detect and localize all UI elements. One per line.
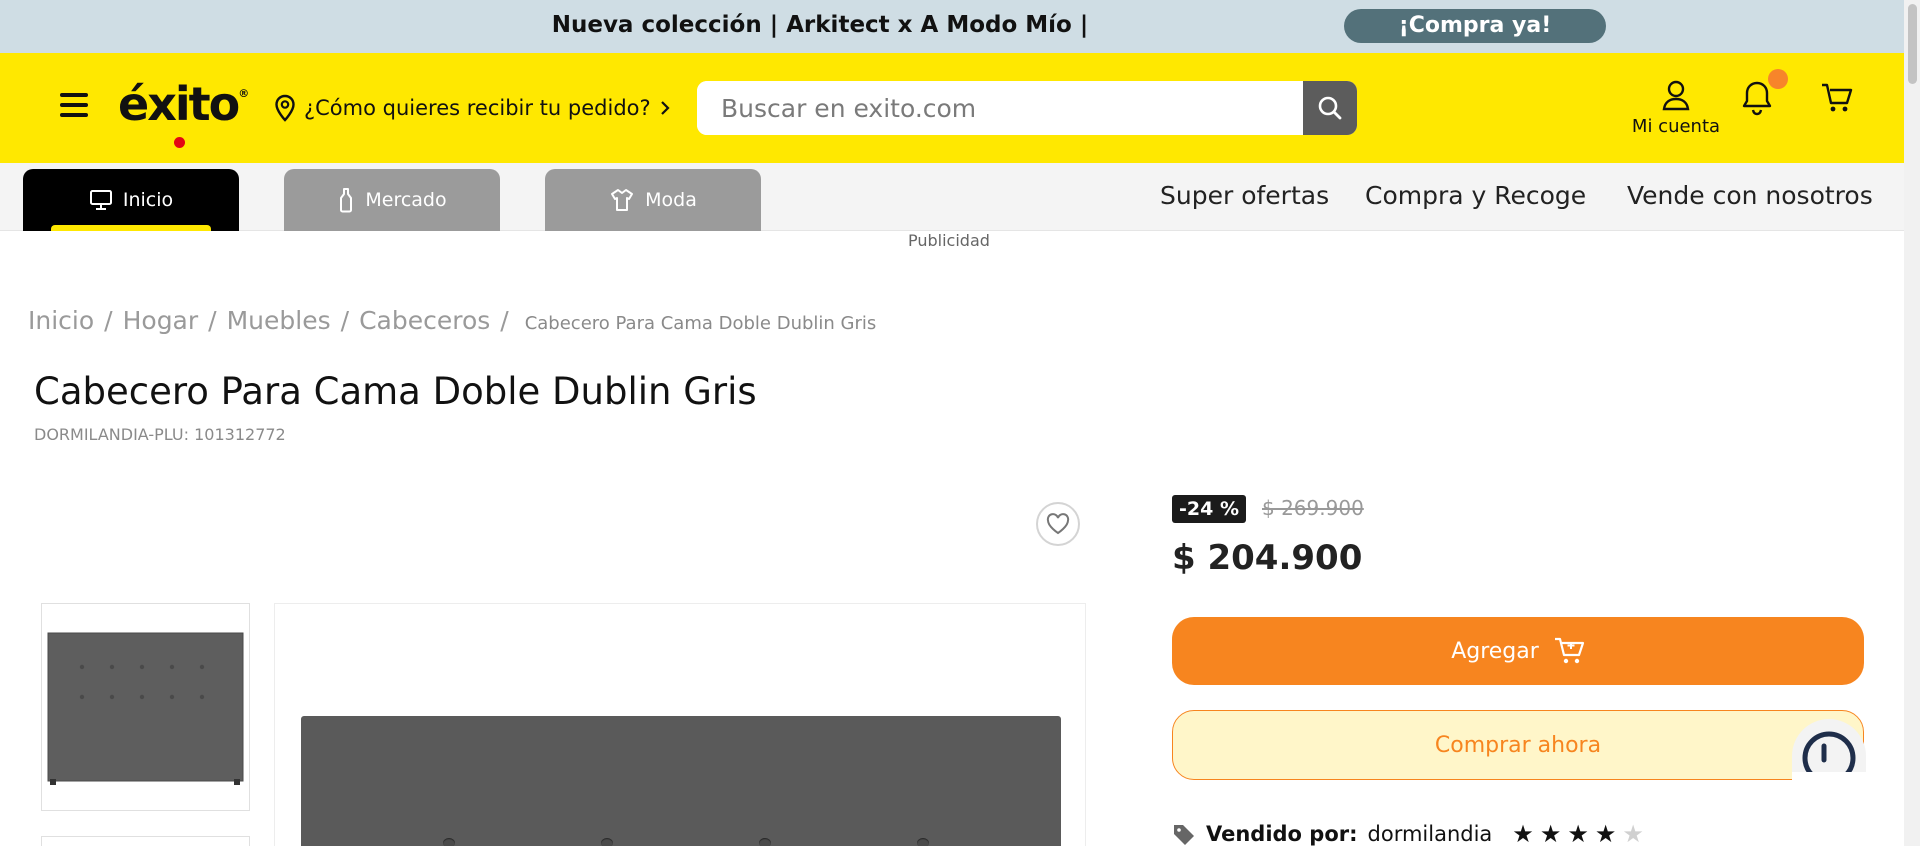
- nav-link-super-ofertas[interactable]: Super ofertas: [1160, 181, 1329, 210]
- current-price: $ 204.900: [1172, 538, 1363, 578]
- breadcrumb-separator: /: [104, 306, 113, 335]
- breadcrumb-item-hogar[interactable]: Hogar: [123, 306, 199, 335]
- headboard-button: [601, 838, 613, 846]
- breadcrumb-separator: /: [208, 306, 217, 335]
- active-tab-indicator: [51, 225, 211, 231]
- original-price: $ 269.900: [1262, 496, 1364, 520]
- tab-label: Mercado: [365, 189, 447, 211]
- logo-dot: [174, 137, 185, 148]
- product-title: Cabecero Para Cama Doble Dublin Gris: [34, 370, 757, 413]
- headboard-button: [759, 838, 771, 846]
- headboard-button: [443, 838, 455, 846]
- breadcrumb-item-muebles[interactable]: Muebles: [227, 306, 331, 335]
- monitor-icon: [89, 190, 112, 210]
- seller-name[interactable]: dormilandia: [1368, 822, 1493, 846]
- add-to-cart-label: Agregar: [1451, 638, 1539, 664]
- user-icon: [1662, 80, 1690, 111]
- breadcrumb-item-inicio[interactable]: Inicio: [28, 306, 94, 335]
- breadcrumb-separator: /: [340, 306, 350, 335]
- delivery-text: ¿Cómo quieres recibir tu pedido?: [304, 96, 651, 120]
- notification-badge: [1768, 69, 1788, 89]
- breadcrumb-current: Cabecero Para Cama Doble Dublin Gris: [524, 313, 877, 334]
- cart-icon: [1822, 83, 1853, 112]
- account-label: Mi cuenta: [1631, 116, 1721, 137]
- nav-link-vende-con-nosotros[interactable]: Vende con nosotros: [1627, 181, 1873, 210]
- headboard-button: [917, 838, 929, 846]
- tab-moda[interactable]: Moda: [545, 169, 761, 231]
- nav-link-compra-y-recoge[interactable]: Compra y Recoge: [1365, 181, 1586, 210]
- promo-buy-button[interactable]: ¡Compra ya!: [1344, 9, 1606, 43]
- exito-logo[interactable]: éxito®: [118, 77, 250, 148]
- star-empty-icon: ★: [1622, 820, 1644, 846]
- delivery-selector[interactable]: ¿Cómo quieres recibir tu pedido?: [274, 93, 671, 123]
- seller-rating: ★ ★ ★ ★ ★: [1512, 822, 1644, 846]
- discount-badge: -24 %: [1172, 495, 1246, 523]
- category-nav: Inicio Mercado Moda Super ofertas Compra…: [0, 163, 1904, 231]
- page-scrollbar[interactable]: [1904, 0, 1920, 846]
- main-product-image[interactable]: [274, 603, 1086, 846]
- tag-icon: [1174, 825, 1194, 845]
- tab-mercado[interactable]: Mercado: [284, 169, 500, 231]
- cart-button[interactable]: [1820, 81, 1854, 115]
- star-icon: ★: [1594, 820, 1617, 846]
- cart-icon: [1554, 637, 1584, 664]
- search-box: [697, 81, 1357, 135]
- breadcrumb-separator: /: [500, 306, 509, 335]
- buy-now-label: Comprar ahora: [1434, 732, 1602, 758]
- buy-now-button[interactable]: Comprar ahora: [1172, 710, 1864, 780]
- help-chat-button[interactable]: [1792, 716, 1866, 788]
- site-header: éxito® ¿Cómo quieres recibir tu pedido? …: [0, 53, 1904, 163]
- tab-inicio[interactable]: Inicio: [23, 169, 239, 231]
- breadcrumb-item-cabeceros[interactable]: Cabeceros: [359, 306, 490, 335]
- promo-bar: Nueva colección | Arkitect x A Modo Mío …: [0, 0, 1904, 53]
- tab-label: Moda: [645, 189, 697, 211]
- chevron-right-icon: [660, 101, 670, 115]
- heart-icon: [1046, 513, 1070, 535]
- search-icon: [1318, 96, 1342, 120]
- tab-label: Inicio: [122, 189, 174, 211]
- scrollbar-thumb[interactable]: [1908, 4, 1917, 84]
- add-to-cart-button[interactable]: Agregar: [1172, 617, 1864, 685]
- favorite-button[interactable]: [1036, 502, 1080, 546]
- headboard-thumbnail-image: [47, 632, 244, 785]
- seller-info: Vendido por: dormilandia ★ ★ ★ ★ ★: [1172, 822, 1644, 846]
- product-plu: DORMILANDIA-PLU: 101312772: [34, 425, 286, 444]
- logo-registered-mark: ®: [238, 87, 250, 100]
- headboard-image: [301, 716, 1061, 846]
- location-pin-icon: [275, 94, 295, 122]
- star-icon: ★: [1539, 820, 1562, 846]
- thumbnail-1[interactable]: [41, 603, 250, 811]
- shirt-icon: [611, 189, 634, 211]
- logo-text: éxito: [118, 77, 240, 131]
- chat-help-icon: [1792, 719, 1866, 788]
- search-button[interactable]: [1303, 81, 1357, 135]
- menu-icon[interactable]: [60, 93, 88, 119]
- thumbnail-2[interactable]: [41, 836, 250, 846]
- star-icon: ★: [1512, 820, 1534, 846]
- account-button[interactable]: Mi cuenta: [1628, 79, 1724, 137]
- search-input[interactable]: [697, 81, 1303, 135]
- seller-label: Vendido por:: [1206, 822, 1358, 846]
- ad-label: Publicidad: [908, 231, 990, 250]
- bottle-icon: [340, 188, 353, 213]
- star-icon: ★: [1567, 820, 1589, 846]
- breadcrumb: Inicio / Hogar / Muebles / Cabeceros / C…: [28, 306, 876, 335]
